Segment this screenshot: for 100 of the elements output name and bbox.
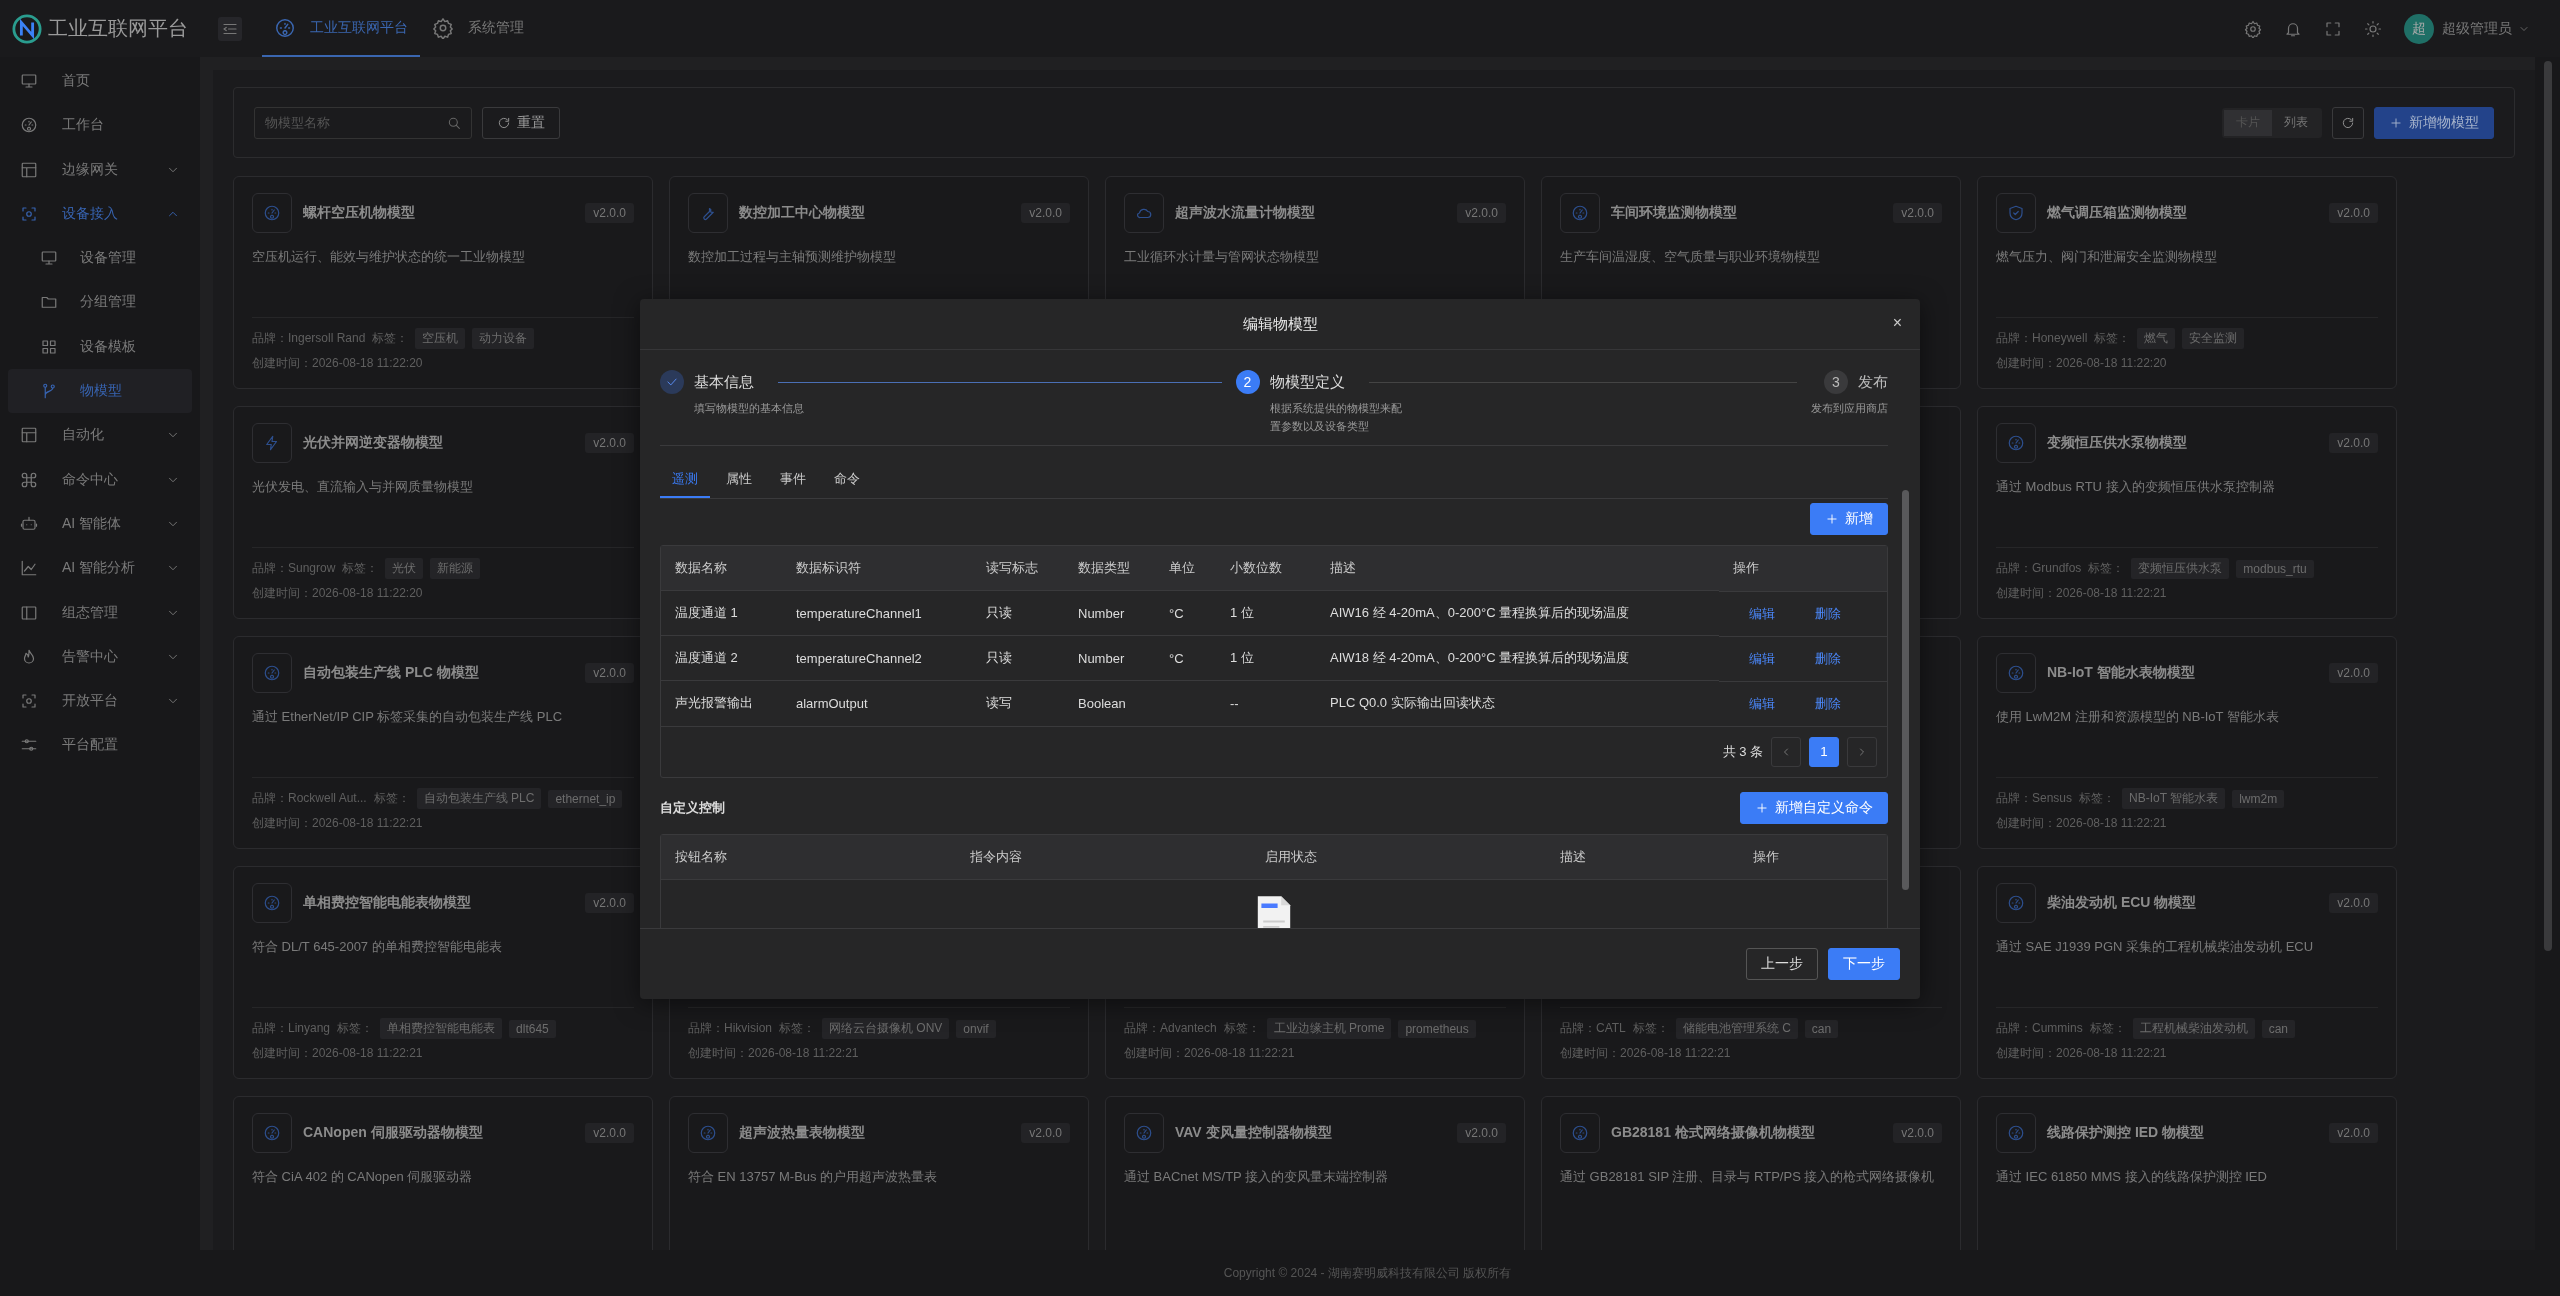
app-title: 工业互联网平台 xyxy=(48,16,188,41)
user-avatar[interactable]: 超 xyxy=(2404,13,2434,44)
column-header: 数据类型 xyxy=(1064,546,1155,591)
settings-button[interactable] xyxy=(2244,19,2262,38)
tags-label: 标签： xyxy=(1632,1020,1669,1037)
gauge-icon xyxy=(1571,1124,1589,1142)
menu-toggle-button[interactable] xyxy=(218,16,242,41)
version-badge: v2.0.0 xyxy=(2329,663,2378,683)
theme-button[interactable] xyxy=(2364,19,2382,38)
sidebar-item[interactable]: 工作台 xyxy=(8,103,192,148)
created-time: 创建时间：2026-08-18 11:22:20 xyxy=(252,585,424,602)
column-header: 读写标志 xyxy=(972,546,1064,591)
tab[interactable]: 属性 xyxy=(714,462,764,499)
sidebar-item[interactable]: 开放平台 xyxy=(8,679,192,724)
brand-text: 品牌：Grundfos xyxy=(1996,560,2082,577)
close-button[interactable]: × xyxy=(1892,314,1902,332)
action-link[interactable]: 编辑 xyxy=(1749,649,1776,668)
card-description: 使用 LwM2M 注册和资源模型的 NB-IoT 智能水表 xyxy=(1996,708,2280,726)
table-cell: 温度通道 2 xyxy=(675,650,738,666)
tags-label: 标签： xyxy=(373,790,410,807)
tab[interactable]: 命令 xyxy=(822,462,872,499)
sidebar-item[interactable]: 边缘网关 xyxy=(8,147,192,192)
nav-tab[interactable]: 系统管理 xyxy=(420,0,536,57)
step-indicator: 2 xyxy=(1235,370,1260,394)
sidebar-item[interactable]: 组态管理 xyxy=(8,590,192,635)
sidebar-item[interactable]: 平台配置 xyxy=(8,723,192,768)
sidebar-subitem[interactable]: 分组管理 xyxy=(8,280,192,325)
brand-text: 品牌：Sungrow xyxy=(252,560,336,577)
created-time: 创建时间：2026-08-18 11:22:20 xyxy=(252,355,424,372)
refresh-button[interactable] xyxy=(2332,106,2364,139)
plus-icon xyxy=(2389,115,2403,130)
sidebar-item[interactable]: AI 智能分析 xyxy=(8,546,192,591)
brand-text: 品牌：Sensus xyxy=(1996,790,2073,807)
tab[interactable]: 遥测 xyxy=(660,462,710,499)
table-cell: °C xyxy=(1169,650,1184,666)
step-description: 发布到应用商店 xyxy=(1811,401,1888,416)
user-name[interactable]: 超级管理员 xyxy=(2442,19,2512,38)
refresh-icon xyxy=(497,115,511,130)
tags-label: 标签： xyxy=(342,560,379,577)
card-title: 燃气调压箱监测物模型 xyxy=(2047,204,2187,222)
created-time: 创建时间：2026-08-18 11:22:21 xyxy=(1124,1045,1296,1062)
card-title: GB28181 枪式网络摄像机物模型 xyxy=(1611,1124,1815,1142)
column-header: 操作 xyxy=(1753,847,1780,866)
tag: 工程机械柴油发动机 xyxy=(2132,1018,2255,1039)
sidebar-item[interactable]: 命令中心 xyxy=(8,457,192,502)
sidebar-subitem[interactable]: 设备管理 xyxy=(8,236,192,281)
add-button[interactable]: 新增 xyxy=(1810,503,1888,536)
scan-icon xyxy=(20,204,38,223)
sidebar-item[interactable]: AI 智能体 xyxy=(8,501,192,546)
sidebar-item[interactable]: 设备接入 xyxy=(8,191,192,236)
tags-label: 标签： xyxy=(372,330,409,347)
scrollbar-thumb[interactable] xyxy=(2543,61,2552,951)
tag: 网络云台摄像机 ONV xyxy=(822,1018,950,1039)
tag: 单相费控智能电能表 xyxy=(380,1018,503,1039)
add-command-button[interactable]: 新增自定义命令 xyxy=(1740,791,1888,824)
card-description: 通过 EtherNet/IP CIP 标签采集的自动包装生产线 PLC xyxy=(252,708,564,726)
column-header: 描述 xyxy=(1560,847,1587,866)
gauge-icon xyxy=(2007,664,2025,682)
view-option[interactable]: 列表 xyxy=(2272,109,2320,136)
version-badge: v2.0.0 xyxy=(2329,893,2378,913)
sidebar-item[interactable]: 告警中心 xyxy=(8,634,192,679)
sidebar-item[interactable]: 自动化 xyxy=(8,413,192,458)
step-title: 发布 xyxy=(1858,372,1888,392)
action-link[interactable]: 编辑 xyxy=(1749,604,1776,623)
plus-icon xyxy=(1825,512,1839,527)
table-cell: alarmOutput xyxy=(796,695,868,711)
tag: can xyxy=(2261,1019,2296,1038)
gauge-icon xyxy=(2007,434,2025,452)
column-header: 单位 xyxy=(1155,546,1216,591)
sidebar-item[interactable]: 首页 xyxy=(8,59,192,103)
action-link[interactable]: 删除 xyxy=(1815,649,1842,668)
card-title: NB-IoT 智能水表物模型 xyxy=(2047,664,2195,682)
previous-step-button[interactable]: 上一步 xyxy=(1746,948,1818,980)
tag: modbus_rtu xyxy=(2236,559,2314,578)
tab[interactable]: 事件 xyxy=(768,462,818,499)
gauge-icon xyxy=(263,894,281,912)
brand-text: 品牌：Advantech xyxy=(1124,1020,1217,1037)
sidebar-subitem[interactable]: 物模型 xyxy=(8,369,192,414)
fullscreen-button[interactable] xyxy=(2324,19,2342,38)
card-description: 通过 GB28181 SIP 注册、目录与 RTP/PS 接入的枪式网络摄像机 xyxy=(1560,1168,1936,1186)
tag: ethernet_ip xyxy=(548,789,623,808)
action-link[interactable]: 删除 xyxy=(1815,604,1842,623)
table-cell: PLC Q0.0 实际输出回读状态 xyxy=(1330,695,1495,711)
tag: 动力设备 xyxy=(472,328,535,349)
next-step-button[interactable]: 下一步 xyxy=(1828,948,1900,980)
column-header: 操作 xyxy=(1719,546,1887,591)
reset-button[interactable]: 重置 xyxy=(482,106,560,139)
table-cell: 只读 xyxy=(986,650,1012,666)
page-button[interactable]: 1 xyxy=(1809,736,1839,767)
scrollbar-thumb[interactable] xyxy=(1902,490,1909,890)
sidebar-subitem[interactable]: 设备模板 xyxy=(8,324,192,369)
version-badge: v2.0.0 xyxy=(1021,203,1070,223)
add-model-button[interactable]: 新增物模型 xyxy=(2374,106,2494,139)
plus-icon xyxy=(1755,800,1769,815)
step-description: 根据系统提供的物模型来配置参数以及设备类型 xyxy=(1269,401,1403,434)
card-description: 工业循环水计量与管网状态物模型 xyxy=(1124,248,1320,266)
action-link[interactable]: 删除 xyxy=(1815,694,1842,713)
action-link[interactable]: 编辑 xyxy=(1749,694,1776,713)
layout-icon xyxy=(20,160,38,179)
version-badge: v2.0.0 xyxy=(585,203,634,223)
